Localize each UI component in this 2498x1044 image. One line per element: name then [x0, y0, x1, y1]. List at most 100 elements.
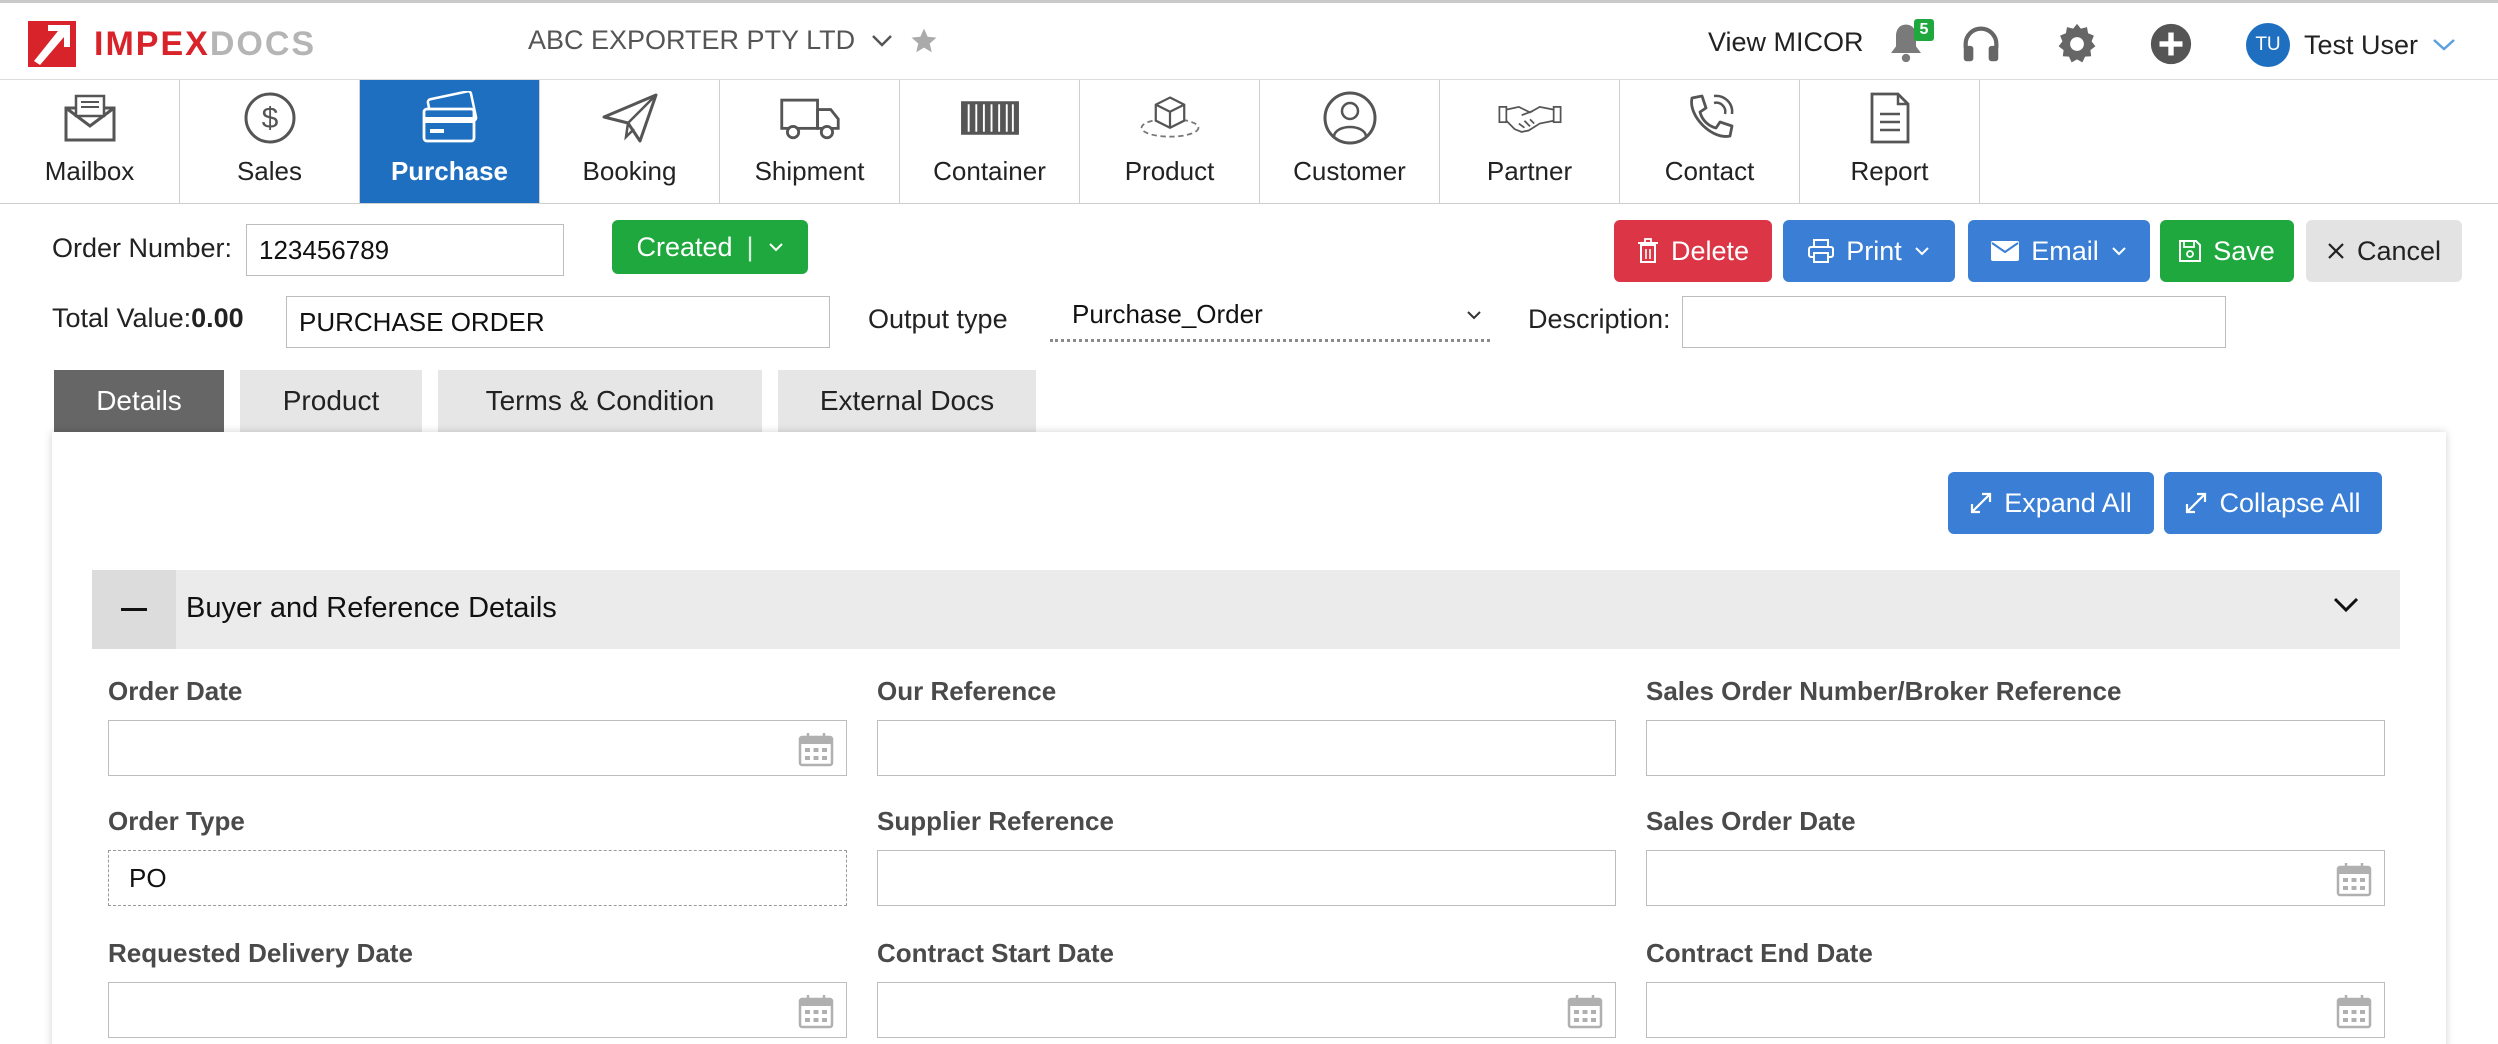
nav-customer[interactable]: Customer — [1260, 80, 1440, 203]
calendar-icon[interactable] — [2336, 993, 2372, 1029]
nav-shipment[interactable]: Shipment — [720, 80, 900, 203]
output-type-select[interactable]: Purchase_Order — [1050, 290, 1490, 342]
settings-button[interactable] — [2054, 21, 2100, 67]
supplier-reference-label: Supplier Reference — [877, 806, 1114, 836]
email-button[interactable]: Email — [1968, 220, 2150, 282]
output-type-value: Purchase_Order — [1072, 299, 1263, 329]
expand-all-button[interactable]: Expand All — [1948, 472, 2154, 534]
logo-text: IMPEXDOCS — [94, 24, 317, 63]
nav-label: Report — [1850, 156, 1929, 186]
requested-delivery-date-label: Requested Delivery Date — [108, 938, 413, 968]
phone-icon — [1678, 88, 1742, 148]
section-collapse-toggle[interactable] — [92, 570, 176, 649]
nav-booking[interactable]: Booking — [540, 80, 720, 203]
section-header[interactable]: Buyer and Reference Details — [92, 570, 2400, 649]
order-type-input[interactable]: PO — [108, 850, 847, 906]
delete-button[interactable]: Delete — [1614, 220, 1772, 282]
collapse-all-button[interactable]: Collapse All — [2164, 472, 2382, 534]
nav-product[interactable]: Product — [1080, 80, 1260, 203]
floppy-disk-icon — [2179, 240, 2202, 262]
tab-terms-condition[interactable]: Terms & Condition — [438, 370, 762, 432]
printer-icon — [1808, 239, 1835, 263]
print-label: Print — [1846, 235, 1902, 266]
section-chevron[interactable] — [2332, 596, 2360, 619]
delete-label: Delete — [1670, 235, 1750, 266]
contract-end-date-input[interactable] — [1646, 982, 2385, 1038]
dollar-icon: $ — [238, 88, 302, 148]
collapse-icon — [2186, 492, 2207, 514]
document-title-input[interactable]: PURCHASE ORDER — [286, 296, 830, 348]
close-icon — [2328, 243, 2344, 259]
nav-label: Contact — [1664, 156, 1755, 186]
app-logo[interactable]: IMPEXDOCS — [28, 21, 316, 67]
minus-icon — [121, 607, 147, 611]
notifications-button[interactable]: 5 — [1886, 19, 1934, 67]
nav-label: Purchase — [390, 156, 509, 186]
module-nav: Mailbox $ Sales Purchase Booking Shipmen… — [0, 80, 2498, 204]
tab-external-docs[interactable]: External Docs — [778, 370, 1036, 432]
supplier-reference-input[interactable] — [877, 850, 1616, 906]
our-reference-input[interactable] — [877, 720, 1616, 776]
logo-mark-icon — [28, 21, 76, 67]
status-dropdown[interactable]: Created | — [612, 220, 808, 274]
support-button[interactable] — [1958, 21, 2004, 67]
add-button[interactable] — [2148, 21, 2194, 67]
calendar-icon[interactable] — [798, 993, 834, 1029]
sales-order-date-input[interactable] — [1646, 850, 2385, 906]
sales-order-number-input[interactable] — [1646, 720, 2385, 776]
description-label: Description: — [1528, 304, 1671, 334]
save-label: Save — [2213, 235, 2275, 266]
tab-details[interactable]: Details — [54, 370, 224, 432]
print-button[interactable]: Print — [1783, 220, 1955, 282]
nav-contact[interactable]: Contact — [1620, 80, 1800, 203]
star-icon[interactable] — [909, 26, 939, 56]
save-button[interactable]: Save — [2160, 220, 2294, 282]
mailbox-icon — [58, 88, 122, 148]
order-number-input[interactable]: 123456789 — [246, 224, 564, 276]
nav-label: Booking — [582, 156, 677, 186]
status-label: Created — [636, 231, 733, 262]
section-title: Buyer and Reference Details — [186, 592, 557, 624]
cancel-button[interactable]: Cancel — [2306, 220, 2462, 282]
sales-order-date-label: Sales Order Date — [1646, 806, 1856, 836]
contract-start-date-input[interactable] — [877, 982, 1616, 1038]
gear-icon — [2058, 23, 2096, 63]
nav-mailbox[interactable]: Mailbox — [0, 80, 180, 203]
calendar-icon[interactable] — [2336, 861, 2372, 897]
chevron-down-icon — [2333, 597, 2359, 613]
total-value-label: Total Value:0.00 — [52, 303, 244, 333]
order-date-input[interactable] — [108, 720, 847, 776]
contract-end-date-label: Contract End Date — [1646, 938, 1873, 968]
chevron-down-icon — [2433, 39, 2455, 51]
document-icon — [1858, 88, 1922, 148]
company-selector[interactable]: ABC EXPORTER PTY LTD — [528, 25, 939, 56]
nav-label: Shipment — [754, 156, 865, 186]
contract-start-date-label: Contract Start Date — [877, 938, 1114, 968]
nav-sales[interactable]: $ Sales — [180, 80, 360, 203]
nav-container[interactable]: Container — [900, 80, 1080, 203]
nav-purchase[interactable]: Purchase — [360, 80, 540, 203]
box-icon — [1138, 88, 1202, 148]
our-reference-label: Our Reference — [877, 676, 1057, 706]
output-type-label: Output type — [868, 304, 1008, 334]
view-micor-link[interactable]: View MICOR — [1708, 27, 1864, 58]
total-value: 0.00 — [191, 303, 244, 333]
nav-label: Sales — [236, 156, 303, 186]
nav-label: Container — [933, 156, 1046, 186]
description-input[interactable] — [1682, 296, 2226, 348]
nav-partner[interactable]: Partner — [1440, 80, 1620, 203]
order-number-label: Order Number: — [52, 233, 233, 263]
tab-product[interactable]: Product — [240, 370, 422, 432]
container-icon — [958, 88, 1022, 148]
requested-delivery-date-input[interactable] — [108, 982, 847, 1038]
cancel-label: Cancel — [2356, 235, 2442, 266]
handshake-icon — [1498, 88, 1562, 148]
calendar-icon[interactable] — [1567, 993, 1603, 1029]
chevron-down-icon — [2112, 247, 2126, 256]
user-name: Test User — [2304, 29, 2419, 60]
envelope-icon — [1991, 241, 2020, 261]
calendar-icon[interactable] — [798, 731, 834, 767]
expand-all-label: Expand All — [2004, 487, 2132, 518]
nav-report[interactable]: Report — [1800, 80, 1980, 203]
user-menu[interactable]: TU Test User — [2246, 23, 2456, 67]
